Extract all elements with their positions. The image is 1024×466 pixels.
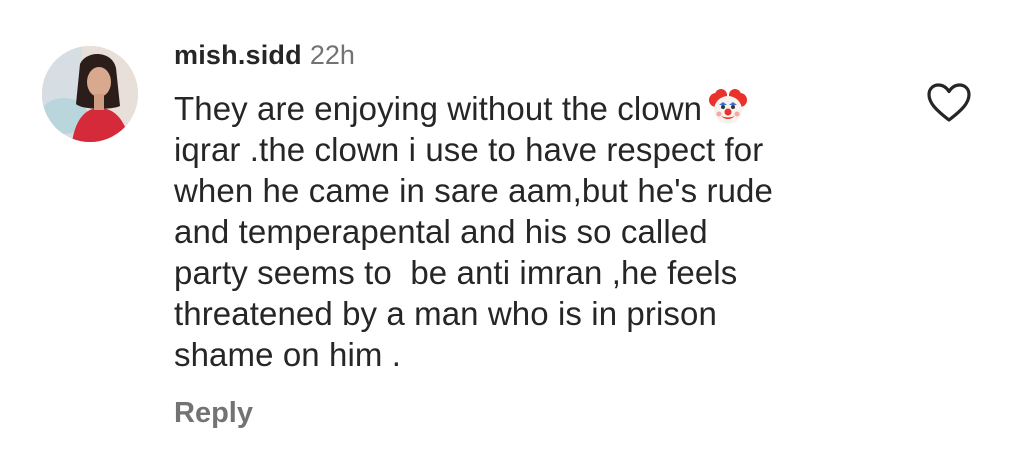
comment-line: They are enjoying without the clown <box>174 88 874 129</box>
like-button[interactable] <box>926 82 972 124</box>
comment-line: party seems to be anti imran ,he feels <box>174 254 738 291</box>
comment-line: when he came in sare aam,but he's rude <box>174 172 773 209</box>
reply-button[interactable]: Reply <box>174 397 253 430</box>
comment-line: threatened by a man who is in prison <box>174 295 717 332</box>
comment-item: mish.sidd 22h They are enjoying without … <box>0 0 1024 466</box>
clown-face-icon <box>708 88 748 126</box>
comment-text: They are enjoying without the clown iqra… <box>174 88 874 375</box>
comment-line-text: They are enjoying without the clown <box>174 90 703 127</box>
timestamp: 22h <box>309 40 355 70</box>
avatar-photo <box>42 46 138 142</box>
avatar[interactable] <box>42 46 138 142</box>
comment-line: iqrar .the clown i use to have respect f… <box>174 131 764 168</box>
comment-line: and temperapental and his so called <box>174 213 708 250</box>
heart-outline-icon <box>927 83 971 122</box>
username[interactable]: mish.sidd <box>174 40 302 71</box>
comment-header: mish.sidd 22h <box>174 40 355 76</box>
comment-line: shame on him . <box>174 336 402 373</box>
